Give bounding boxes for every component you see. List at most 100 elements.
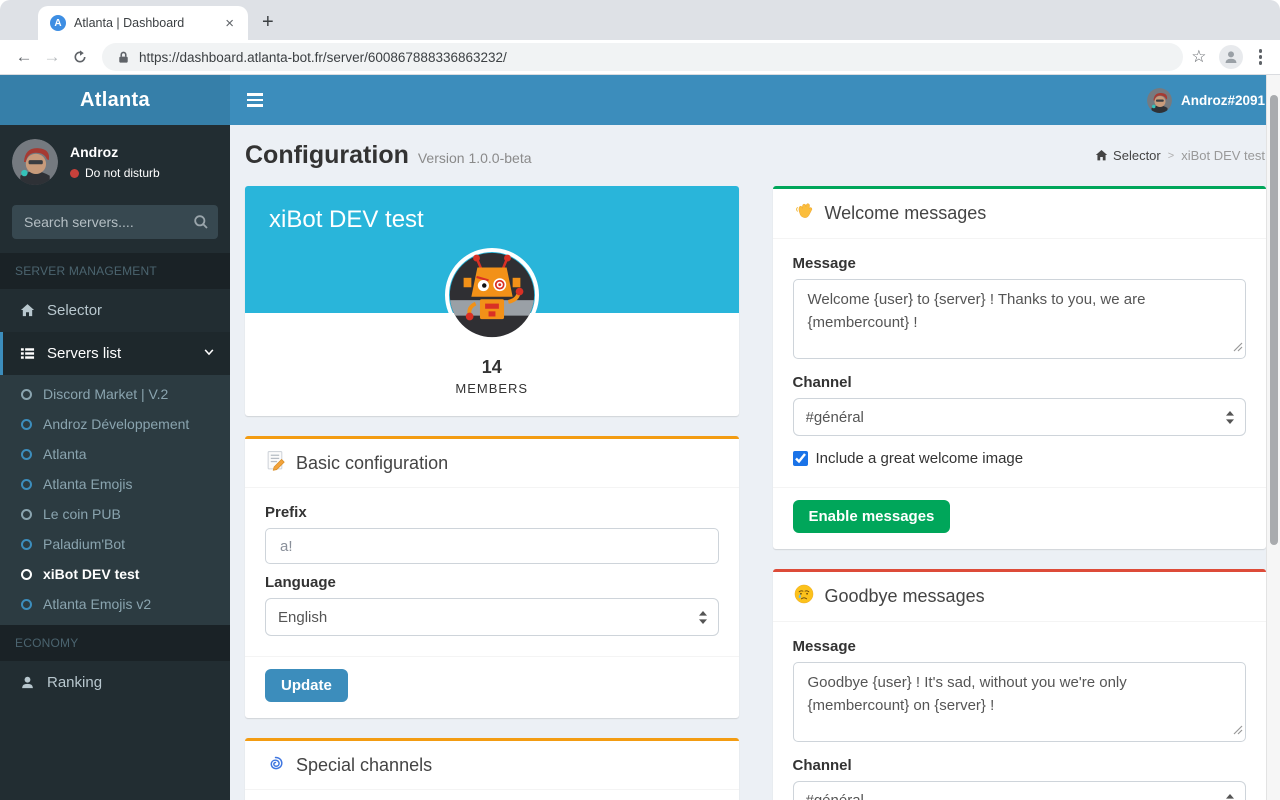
waving-hand-icon bbox=[793, 200, 815, 227]
url-text: https://dashboard.atlanta-bot.fr/server/… bbox=[139, 50, 507, 65]
circle-icon bbox=[21, 479, 32, 490]
language-select[interactable]: English bbox=[265, 598, 719, 636]
server-item-label: Atlanta Emojis v2 bbox=[43, 596, 151, 612]
scrollbar-thumb[interactable] bbox=[1270, 95, 1278, 545]
bookmark-star-icon[interactable]: ☆ bbox=[1191, 47, 1206, 67]
server-item-active[interactable]: xiBot DEV test bbox=[0, 559, 230, 589]
home-icon bbox=[1095, 149, 1108, 162]
member-count: 14 bbox=[245, 357, 739, 378]
dnd-status-icon bbox=[70, 169, 79, 178]
breadcrumb-separator: > bbox=[1168, 150, 1174, 162]
server-item-label: Le coin PUB bbox=[43, 506, 121, 522]
channel-label: Channel bbox=[793, 374, 1247, 391]
new-tab-button[interactable]: + bbox=[262, 12, 274, 32]
page-title: Configuration bbox=[245, 141, 409, 169]
memo-pencil-icon bbox=[265, 450, 286, 476]
navbar-avatar bbox=[1147, 88, 1172, 113]
server-item[interactable]: Atlanta bbox=[0, 439, 230, 469]
brand-logo[interactable]: Atlanta bbox=[0, 75, 230, 125]
update-button[interactable]: Update bbox=[265, 669, 348, 702]
server-item-label: Atlanta bbox=[43, 446, 87, 462]
server-item[interactable]: Androz Développement bbox=[0, 409, 230, 439]
circle-icon bbox=[21, 599, 32, 610]
special-channels-card: Special channels Suggestions bbox=[245, 738, 739, 800]
server-item-label: Paladium'Bot bbox=[43, 536, 125, 552]
server-item[interactable]: Atlanta Emojis v2 bbox=[0, 589, 230, 619]
server-item-label: Atlanta Emojis bbox=[43, 476, 132, 492]
back-icon[interactable]: ← bbox=[10, 43, 38, 71]
forward-icon[interactable]: → bbox=[38, 43, 66, 71]
message-label: Message bbox=[793, 255, 1247, 272]
message-label: Message bbox=[793, 638, 1247, 655]
server-avatar bbox=[445, 248, 539, 342]
sidebar-item-servers-list[interactable]: Servers list bbox=[0, 332, 230, 375]
site-favicon: A bbox=[50, 15, 66, 31]
server-item[interactable]: Paladium'Bot bbox=[0, 529, 230, 559]
reload-icon[interactable] bbox=[66, 43, 94, 71]
basic-configuration-card: Basic configuration Prefix Language Engl… bbox=[245, 436, 739, 718]
browser-tab[interactable]: A Atlanta | Dashboard × bbox=[38, 6, 248, 40]
card-title: Special channels bbox=[296, 755, 432, 776]
goodbye-messages-card: Goodbye messages Message Goodbye {user} … bbox=[773, 569, 1267, 800]
card-title: Welcome messages bbox=[825, 203, 987, 224]
browser-profile-icon[interactable] bbox=[1219, 45, 1243, 69]
breadcrumb: Selector > xiBot DEV test bbox=[1095, 148, 1265, 163]
card-title: Goodbye messages bbox=[825, 586, 985, 607]
members-label: MEMBERS bbox=[245, 381, 739, 396]
prefix-input[interactable] bbox=[265, 528, 719, 564]
welcome-image-checkbox[interactable] bbox=[793, 451, 808, 466]
circle-icon bbox=[21, 389, 32, 400]
sidebar: Atlanta Androz Do not disturb SERVER MAN… bbox=[0, 75, 230, 800]
server-item[interactable]: Atlanta Emojis bbox=[0, 469, 230, 499]
breadcrumb-selector-link[interactable]: Selector bbox=[1095, 148, 1161, 163]
server-item-label: xiBot DEV test bbox=[43, 566, 139, 582]
prefix-label: Prefix bbox=[265, 504, 719, 521]
breadcrumb-current: xiBot DEV test bbox=[1181, 148, 1265, 163]
browser-toolbar: ← → https://dashboard.atlanta-bot.fr/ser… bbox=[0, 40, 1280, 75]
section-server-management: SERVER MANAGEMENT bbox=[0, 253, 230, 289]
server-item[interactable]: Le coin PUB bbox=[0, 499, 230, 529]
search-icon[interactable] bbox=[193, 214, 209, 235]
navbar-user-menu[interactable]: Androz#2091 bbox=[1147, 88, 1265, 113]
circle-icon bbox=[21, 419, 32, 430]
scrollbar-track[interactable] bbox=[1266, 75, 1280, 800]
home-icon bbox=[18, 303, 36, 318]
circle-icon bbox=[21, 449, 32, 460]
welcome-channel-select[interactable]: #général bbox=[793, 398, 1247, 436]
search-input[interactable] bbox=[12, 205, 218, 239]
status-label: Do not disturb bbox=[85, 166, 160, 180]
goodbye-channel-select[interactable]: #général bbox=[793, 781, 1247, 800]
server-item-label: Androz Développement bbox=[43, 416, 189, 432]
address-bar[interactable]: https://dashboard.atlanta-bot.fr/server/… bbox=[102, 43, 1183, 71]
circle-icon bbox=[21, 569, 32, 580]
chevron-down-icon bbox=[203, 345, 215, 362]
server-overview-card: xiBot DEV test bbox=[245, 186, 739, 416]
goodbye-message-textarea[interactable]: Goodbye {user} ! It's sad, without you w… bbox=[793, 662, 1247, 742]
channel-label: Channel bbox=[793, 757, 1247, 774]
welcome-messages-card: Welcome messages Message Welcome {user} … bbox=[773, 186, 1267, 549]
server-item[interactable]: Discord Market | V.2 bbox=[0, 379, 230, 409]
tab-title: Atlanta | Dashboard bbox=[74, 16, 213, 30]
sidebar-username: Androz bbox=[70, 144, 160, 160]
user-icon bbox=[18, 675, 36, 690]
circle-icon bbox=[21, 539, 32, 550]
server-item-label: Discord Market | V.2 bbox=[43, 386, 168, 402]
user-avatar bbox=[12, 139, 58, 185]
user-status: Do not disturb bbox=[70, 166, 160, 180]
circle-icon bbox=[21, 509, 32, 520]
tab-close-icon[interactable]: × bbox=[221, 14, 238, 33]
sidebar-user-panel: Androz Do not disturb bbox=[0, 125, 230, 197]
sidebar-item-selector[interactable]: Selector bbox=[0, 289, 230, 332]
sidebar-item-ranking[interactable]: Ranking bbox=[0, 661, 230, 704]
page-version: Version 1.0.0-beta bbox=[418, 150, 532, 166]
welcome-image-checkbox-label: Include a great welcome image bbox=[816, 450, 1024, 467]
enable-messages-button[interactable]: Enable messages bbox=[793, 500, 951, 533]
section-economy: ECONOMY bbox=[0, 625, 230, 661]
browser-menu-icon[interactable] bbox=[1255, 49, 1267, 65]
language-label: Language bbox=[265, 574, 719, 591]
top-navbar: Androz#2091 bbox=[230, 75, 1280, 125]
welcome-message-textarea[interactable]: Welcome {user} to {server} ! Thanks to y… bbox=[793, 279, 1247, 359]
sidebar-toggle-icon[interactable] bbox=[245, 87, 265, 113]
sidebar-item-label: Ranking bbox=[47, 674, 102, 691]
lock-icon bbox=[116, 50, 131, 65]
